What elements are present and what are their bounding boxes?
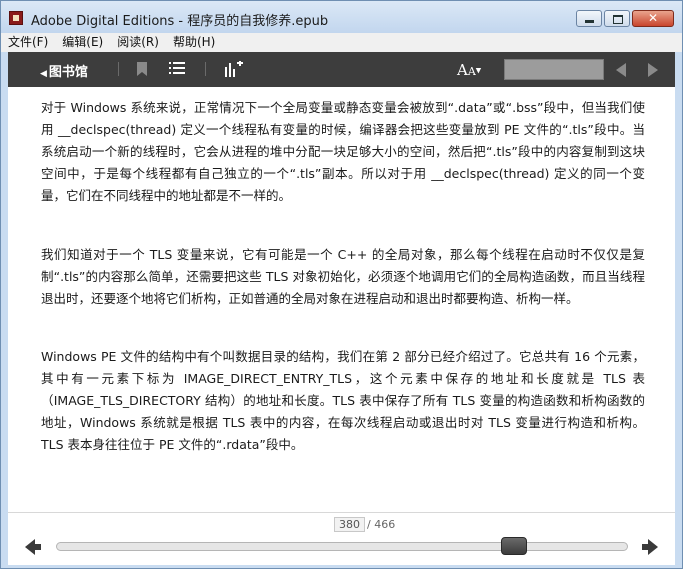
maximize-icon xyxy=(613,15,623,24)
library-button[interactable]: ◀ 图书馆 xyxy=(40,61,88,80)
page-navigation: 380/ 466 xyxy=(8,512,675,565)
minimize-button[interactable] xyxy=(576,10,602,27)
page-slider[interactable] xyxy=(56,542,628,551)
library-label: 图书馆 xyxy=(48,65,88,80)
paragraph: 对于 Windows 系统来说，正常情况下一个全局变量或静态变量会被放到“.da… xyxy=(41,100,645,203)
close-icon: ✕ xyxy=(647,11,659,25)
menu-file[interactable]: 文件(F) xyxy=(1,33,55,52)
prev-page-arrow-stem[interactable] xyxy=(34,544,41,550)
toolbar-divider xyxy=(118,62,119,76)
app-icon xyxy=(9,11,23,25)
next-page-icon[interactable] xyxy=(648,63,658,77)
reader-toolbar: ◀ 图书馆 AA▼ xyxy=(8,52,675,87)
window-title: Adobe Digital Editions - 程序员的自我修养.epub xyxy=(31,14,329,29)
reading-pane[interactable]: 对于 Windows 系统来说，正常情况下一个全局变量或静态变量会被放到“.da… xyxy=(8,87,675,512)
menu-read[interactable]: 阅读(R) xyxy=(110,33,166,52)
menu-bar: 文件(F) 编辑(E) 阅读(R) 帮助(H) xyxy=(1,33,682,52)
paragraph: 我们知道对于一个 TLS 变量来说，它有可能是一个 C++ 的全局对象，那么每个… xyxy=(41,247,645,306)
total-pages: / 466 xyxy=(367,518,396,531)
window-controls: ✕ xyxy=(574,10,674,27)
font-size-icon[interactable]: AA▼ xyxy=(457,60,481,79)
chevron-down-icon: ▼ xyxy=(475,66,482,75)
search-input[interactable] xyxy=(504,59,604,80)
page-slider-thumb[interactable] xyxy=(500,537,527,555)
title-bar: Adobe Digital Editions - 程序员的自我修养.epub ✕ xyxy=(1,1,682,33)
menu-edit[interactable]: 编辑(E) xyxy=(55,33,110,52)
page-indicator: 380/ 466 xyxy=(334,517,395,532)
list-icon[interactable] xyxy=(169,61,185,75)
maximize-button[interactable] xyxy=(604,10,630,27)
paragraph: Windows PE 文件的结构中有个叫数据目录的结构，我们在第 2 部分已经介… xyxy=(41,349,645,452)
toolbar-divider xyxy=(205,62,206,76)
left-triangle-icon: ◀ xyxy=(40,69,47,79)
minimize-icon xyxy=(585,20,594,23)
next-page-arrow-icon[interactable] xyxy=(648,539,658,555)
bookmark-icon[interactable] xyxy=(137,62,147,76)
app-window: Adobe Digital Editions - 程序员的自我修养.epub ✕… xyxy=(0,0,683,569)
chart-icon[interactable] xyxy=(225,61,243,77)
menu-help[interactable]: 帮助(H) xyxy=(166,33,222,52)
close-button[interactable]: ✕ xyxy=(632,10,674,27)
prev-page-icon[interactable] xyxy=(616,63,626,77)
current-page-field[interactable]: 380 xyxy=(334,517,365,532)
